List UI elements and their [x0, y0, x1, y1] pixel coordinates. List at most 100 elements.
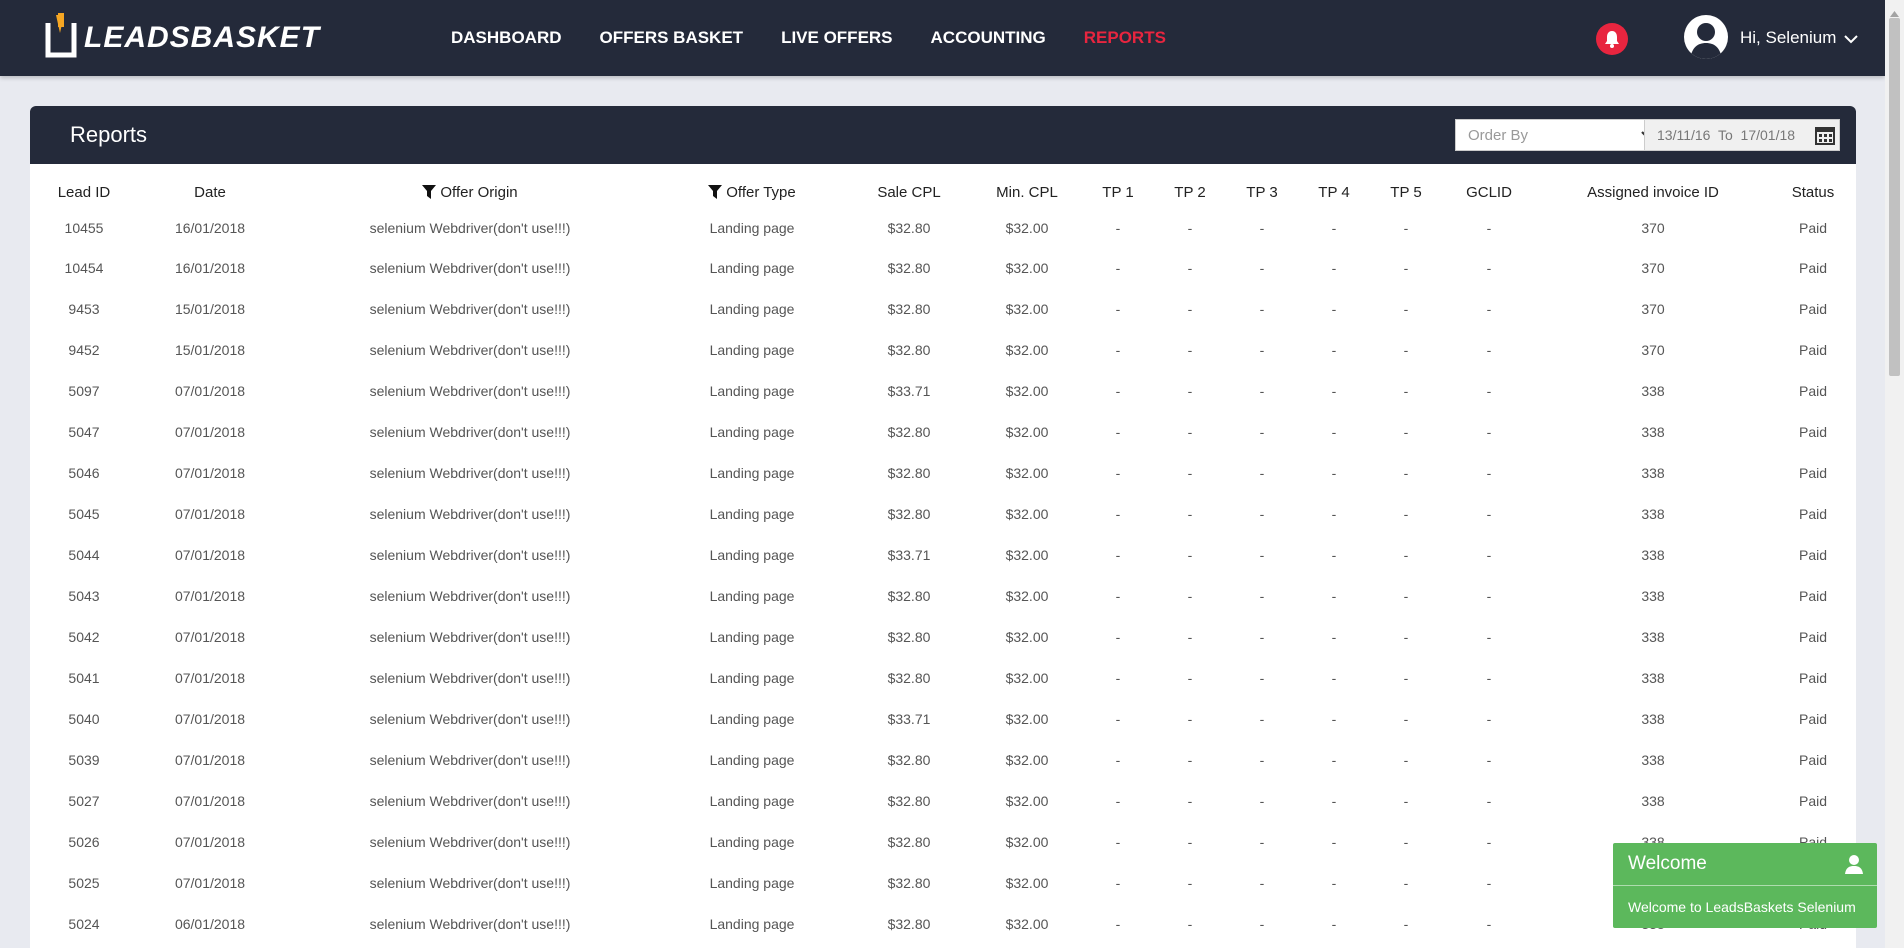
- cell-tp5: -: [1403, 424, 1409, 440]
- notification-bell-icon[interactable]: [1596, 23, 1628, 55]
- col-date[interactable]: Date: [138, 164, 282, 220]
- table-row[interactable]: 5024 06/01/2018 selenium Webdriver(don't u…: [30, 916, 1856, 948]
- cell-sale-cpl: $32.80: [887, 916, 931, 932]
- cell-offer-type: Landing page: [709, 465, 795, 481]
- cell-offer-type: Landing page: [709, 793, 795, 809]
- nav-dashboard[interactable]: DASHBOARD: [451, 28, 562, 48]
- top-navbar: LEADSBASKET DASHBOARD OFFERS BASKET LIVE…: [0, 0, 1885, 76]
- table-row[interactable]: 10455 16/01/2018 selenium Webdriver(don't …: [30, 220, 1856, 260]
- cell-lead-id: 5097: [68, 383, 100, 399]
- cell-sale-cpl: $32.80: [887, 506, 931, 522]
- cell-tp5: -: [1403, 875, 1409, 891]
- cell-lead-id: 5027: [68, 793, 100, 809]
- cell-tp1: -: [1115, 342, 1121, 358]
- cell-tp1: -: [1115, 875, 1121, 891]
- nav-live-offers[interactable]: LIVE OFFERS: [781, 28, 892, 48]
- user-greeting[interactable]: Hi, Selenium: [1740, 28, 1836, 48]
- cell-sale-cpl: $32.80: [887, 588, 931, 604]
- welcome-toast[interactable]: Welcome Welcome to LeadsBaskets Selenium: [1613, 843, 1877, 928]
- cell-tp4: -: [1331, 383, 1337, 399]
- user-avatar[interactable]: [1684, 15, 1728, 59]
- cell-tp2: -: [1187, 506, 1193, 522]
- table-row[interactable]: 9452 15/01/2018 selenium Webdriver(don't u…: [30, 342, 1856, 383]
- table-row[interactable]: 5046 07/01/2018 selenium Webdriver(don't u…: [30, 465, 1856, 506]
- table-row[interactable]: 5097 07/01/2018 selenium Webdriver(don't u…: [30, 383, 1856, 424]
- table-row[interactable]: 5045 07/01/2018 selenium Webdriver(don't u…: [30, 506, 1856, 547]
- chevron-down-icon[interactable]: [1844, 31, 1858, 49]
- cell-min-cpl: $32.00: [1005, 465, 1049, 481]
- col-status[interactable]: Status: [1770, 164, 1856, 220]
- date-range-picker[interactable]: 13/11/16 To 17/01/18: [1644, 119, 1840, 151]
- cell-offer-origin: selenium Webdriver(don't use!!!): [369, 588, 571, 604]
- col-sale-cpl[interactable]: Sale CPL: [846, 164, 972, 220]
- table-row[interactable]: 9453 15/01/2018 selenium Webdriver(don't u…: [30, 301, 1856, 342]
- col-offer-type[interactable]: Offer Type: [658, 164, 846, 220]
- cell-min-cpl: $32.00: [1005, 301, 1049, 317]
- order-by-select[interactable]: Order By: [1455, 119, 1667, 151]
- brand-name: LEADSBASKET: [84, 21, 321, 54]
- nav-offers-basket[interactable]: OFFERS BASKET: [600, 28, 744, 48]
- table-row[interactable]: 5026 07/01/2018 selenium Webdriver(don't u…: [30, 834, 1856, 875]
- brand-logo[interactable]: LEADSBASKET: [44, 10, 320, 60]
- cell-tp5: -: [1403, 220, 1409, 236]
- cell-tp1: -: [1115, 424, 1121, 440]
- col-tp4[interactable]: TP 4: [1298, 164, 1370, 220]
- cell-tp1: -: [1115, 588, 1121, 604]
- scrollbar-thumb[interactable]: [1889, 18, 1900, 376]
- cell-gclid: -: [1486, 260, 1492, 276]
- cell-invoice-id: 338: [1641, 588, 1665, 604]
- basket-logo-icon: [44, 11, 78, 59]
- page-title: Reports: [70, 122, 148, 147]
- col-gclid[interactable]: GCLID: [1442, 164, 1536, 220]
- table-row[interactable]: 5044 07/01/2018 selenium Webdriver(don't u…: [30, 547, 1856, 588]
- page-scrollbar[interactable]: [1885, 0, 1904, 948]
- col-min-cpl[interactable]: Min. CPL: [972, 164, 1082, 220]
- cell-invoice-id: 370: [1641, 220, 1665, 236]
- table-row[interactable]: 5043 07/01/2018 selenium Webdriver(don't u…: [30, 588, 1856, 629]
- cell-sale-cpl: $32.80: [887, 752, 931, 768]
- table-row[interactable]: 5042 07/01/2018 selenium Webdriver(don't u…: [30, 629, 1856, 670]
- cell-min-cpl: $32.00: [1005, 711, 1049, 727]
- col-tp5[interactable]: TP 5: [1370, 164, 1442, 220]
- col-offer-origin[interactable]: Offer Origin: [282, 164, 658, 220]
- date-range-value: 13/11/16 To 17/01/18: [1657, 127, 1796, 143]
- cell-sale-cpl: $32.80: [887, 260, 931, 276]
- col-tp2[interactable]: TP 2: [1154, 164, 1226, 220]
- table-row[interactable]: 5047 07/01/2018 selenium Webdriver(don't u…: [30, 424, 1856, 465]
- col-tp3[interactable]: TP 3: [1226, 164, 1298, 220]
- cell-lead-id: 5043: [68, 588, 100, 604]
- col-assigned-invoice-id[interactable]: Assigned invoice ID: [1536, 164, 1770, 220]
- col-lead-id[interactable]: Lead ID: [30, 164, 138, 220]
- cell-min-cpl: $32.00: [1005, 506, 1049, 522]
- cell-min-cpl: $32.00: [1005, 670, 1049, 686]
- cell-tp4: -: [1331, 711, 1337, 727]
- cell-tp5: -: [1403, 506, 1409, 522]
- cell-invoice-id: 338: [1641, 629, 1665, 645]
- cell-tp5: -: [1403, 260, 1409, 276]
- cell-tp3: -: [1259, 629, 1265, 645]
- table-row[interactable]: 5025 07/01/2018 selenium Webdriver(don't u…: [30, 875, 1856, 916]
- nav-reports[interactable]: REPORTS: [1084, 28, 1166, 48]
- table-row[interactable]: 5041 07/01/2018 selenium Webdriver(don't u…: [30, 670, 1856, 711]
- cell-offer-origin: selenium Webdriver(don't use!!!): [369, 834, 571, 850]
- cell-lead-id: 5045: [68, 506, 100, 522]
- cell-tp3: -: [1259, 793, 1265, 809]
- cell-offer-origin: selenium Webdriver(don't use!!!): [369, 301, 571, 317]
- col-tp1[interactable]: TP 1: [1082, 164, 1154, 220]
- table-row[interactable]: 5040 07/01/2018 selenium Webdriver(don't u…: [30, 711, 1856, 752]
- cell-min-cpl: $32.00: [1005, 260, 1049, 276]
- reports-table: Lead ID Date Offer Origin Offer Type Sal…: [30, 164, 1856, 948]
- filter-icon[interactable]: [422, 185, 437, 203]
- cell-offer-type: Landing page: [709, 547, 795, 563]
- cell-tp4: -: [1331, 834, 1337, 850]
- filter-icon[interactable]: [708, 185, 723, 203]
- cell-invoice-id: 338: [1641, 670, 1665, 686]
- calendar-icon[interactable]: [1815, 125, 1835, 148]
- cell-lead-id: 5025: [68, 875, 100, 891]
- nav-accounting[interactable]: ACCOUNTING: [931, 28, 1046, 48]
- cell-sale-cpl: $32.80: [887, 875, 931, 891]
- cell-invoice-id: 370: [1641, 342, 1665, 358]
- table-row[interactable]: 10454 16/01/2018 selenium Webdriver(don't …: [30, 260, 1856, 301]
- table-row[interactable]: 5039 07/01/2018 selenium Webdriver(don't u…: [30, 752, 1856, 793]
- table-row[interactable]: 5027 07/01/2018 selenium Webdriver(don't u…: [30, 793, 1856, 834]
